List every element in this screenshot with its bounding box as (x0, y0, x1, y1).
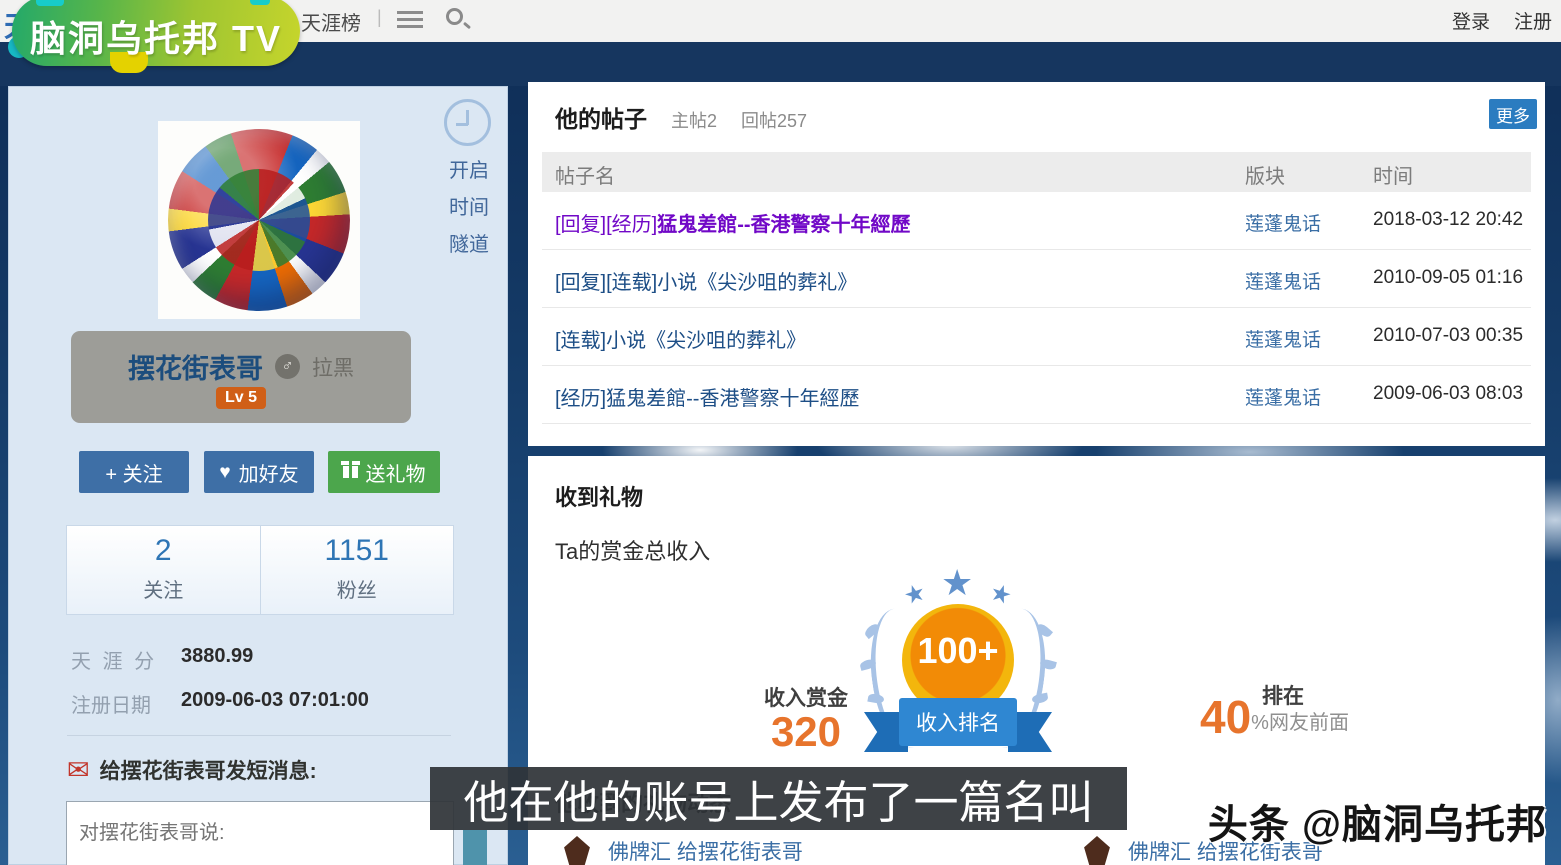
time-tunnel-line: 隧道 (442, 227, 496, 264)
login-link[interactable]: 登录 (1452, 7, 1490, 34)
following-count: 2 (67, 534, 260, 568)
avatar[interactable] (158, 121, 360, 319)
male-gender-icon: ♂ (275, 354, 300, 379)
income-rank-badge: ★ ★ ★ 100+ 收入排名 (858, 556, 1058, 766)
send-message-heading: 给摆花街表哥发短消息: (100, 755, 317, 785)
followers-stat[interactable]: 1151 粉丝 (261, 526, 454, 614)
following-label: 关注 (67, 574, 260, 603)
level-badge: Lv 5 (216, 387, 266, 409)
ribbon-banner: 收入排名 (899, 698, 1017, 746)
main-posts-count: 主帖2 (671, 107, 717, 133)
block-link[interactable]: 拉黑 (312, 352, 354, 382)
board-link[interactable]: 莲蓬鬼话 (1245, 383, 1321, 410)
send-gift-button[interactable]: 送礼物 (328, 451, 440, 493)
post-time: 2010-07-03 00:35 (1373, 325, 1523, 347)
profile-panel: 开启 时间 隧道 摆花街表哥 ♂ 拉黑 Lv 5 + 关注 ♥ 加好友 送礼物 … (8, 86, 508, 865)
video-subtitle-text: 他在他的账号上发布了一篇名叫 (463, 766, 1093, 831)
nav-tianya-rank[interactable]: 天涯榜 (301, 7, 361, 36)
follow-stats: 2 关注 1151 粉丝 (66, 525, 454, 615)
menu-icon[interactable] (397, 11, 423, 14)
time-tunnel-clock-icon[interactable] (444, 99, 491, 146)
followers-count: 1151 (261, 534, 454, 568)
post-time: 2010-09-05 01:16 (1373, 267, 1523, 289)
list-item[interactable]: 佛牌汇 给摆花街表哥 (560, 836, 803, 865)
post-title-link[interactable]: [回复][经历]猛鬼差館--香港警察十年經歷 (555, 208, 911, 237)
time-tunnel-link[interactable]: 开启 时间 隧道 (442, 153, 496, 264)
table-row: [回复][连载]小说《尖沙咀的葬礼》 莲蓬鬼话 2010-09-05 01:16 (542, 250, 1531, 308)
post-time: 2018-03-12 20:42 (1373, 209, 1523, 231)
amulet-gift-icon (1080, 836, 1114, 865)
register-date-label: 注册日期 (71, 689, 151, 718)
time-tunnel-line: 开启 (442, 153, 496, 190)
rank-suffix: %网友前面 (1251, 706, 1349, 740)
table-row: [回复][经历]猛鬼差館--香港警察十年經歷 莲蓬鬼话 2018-03-12 2… (542, 192, 1531, 250)
table-row: [连载]小说《尖沙咀的葬礼》 莲蓬鬼话 2010-07-03 00:35 (542, 308, 1531, 366)
post-title-link[interactable]: [回复][连载]小说《尖沙咀的葬礼》 (555, 266, 857, 295)
add-friend-button[interactable]: ♥ 加好友 (204, 451, 314, 493)
nav-separator: | (377, 7, 382, 28)
gift-icon (343, 466, 358, 478)
badge-label: 收入排名 (916, 707, 1000, 737)
follow-button[interactable]: + 关注 (79, 451, 189, 493)
replies-count: 回帖257 (741, 107, 807, 133)
following-stat[interactable]: 2 关注 (67, 526, 261, 614)
channel-watermark: 头条 @脑洞乌托邦 (1208, 792, 1547, 850)
star-icon: ★ (900, 577, 929, 611)
column-board: 版块 (1245, 160, 1285, 189)
gifts-title: 收到礼物 (555, 480, 643, 512)
gift-item-text: 佛牌汇 给摆花街表哥 (608, 836, 803, 865)
post-title-link[interactable]: [经历]猛鬼差館--香港警察十年經歷 (555, 382, 859, 411)
column-time: 时间 (1373, 160, 1413, 189)
time-tunnel-line: 时间 (442, 190, 496, 227)
followers-label: 粉丝 (261, 574, 454, 603)
register-date-value: 2009-06-03 07:01:00 (181, 689, 369, 712)
posts-table-header: 帖子名 版块 时间 (542, 152, 1531, 192)
board-link[interactable]: 莲蓬鬼话 (1245, 209, 1321, 236)
star-icon: ★ (986, 577, 1015, 611)
channel-logo: 脑洞乌托邦 TV (12, 0, 300, 66)
badge-value: 100+ (902, 630, 1014, 672)
column-post-name: 帖子名 (555, 160, 615, 189)
send-gift-label: 送礼物 (366, 458, 426, 487)
username-plate: 摆花街表哥 ♂ 拉黑 Lv 5 (71, 331, 411, 423)
divider (67, 735, 451, 736)
bounty-income-heading: Ta的赏金总收入 (555, 534, 710, 566)
logo-accent-cyan (250, 0, 270, 5)
score-label: 天 涯 分 (71, 645, 157, 674)
channel-logo-text: 脑洞乌托邦 TV (12, 10, 300, 62)
posts-panel: 他的帖子 主帖2 回帖257 更多 帖子名 版块 时间 [回复][经历]猛鬼差館… (528, 82, 1545, 446)
add-friend-label: 加好友 (239, 458, 299, 487)
posts-table-body: [回复][经历]猛鬼差館--香港警察十年經歷 莲蓬鬼话 2018-03-12 2… (542, 192, 1531, 424)
video-artifact-strip (463, 830, 487, 865)
posts-title: 他的帖子 (555, 100, 647, 134)
heart-icon: ♥ (219, 463, 230, 482)
avatar-globe-image (168, 129, 350, 311)
post-title-link[interactable]: [连载]小说《尖沙咀的葬礼》 (555, 324, 806, 353)
username: 摆花街表哥 (128, 347, 263, 386)
logo-accent-cyan (36, 0, 64, 6)
video-subtitle-bar: 他在他的账号上发布了一篇名叫 (430, 767, 1127, 830)
message-input[interactable] (66, 801, 454, 865)
amulet-gift-icon (560, 836, 594, 865)
table-row: [经历]猛鬼差館--香港警察十年經歷 莲蓬鬼话 2009-06-03 08:03 (542, 366, 1531, 424)
envelope-icon: ✉ (67, 757, 90, 784)
search-icon[interactable] (446, 8, 463, 25)
board-link[interactable]: 莲蓬鬼话 (1245, 325, 1321, 352)
rank-value: 40 (1200, 694, 1251, 740)
post-time: 2009-06-03 08:03 (1373, 383, 1523, 405)
score-value: 3880.99 (181, 645, 253, 668)
star-icon: ★ (941, 562, 973, 604)
more-button[interactable]: 更多 (1489, 99, 1537, 129)
register-link[interactable]: 注册 (1514, 7, 1552, 34)
board-link[interactable]: 莲蓬鬼话 (1245, 267, 1321, 294)
